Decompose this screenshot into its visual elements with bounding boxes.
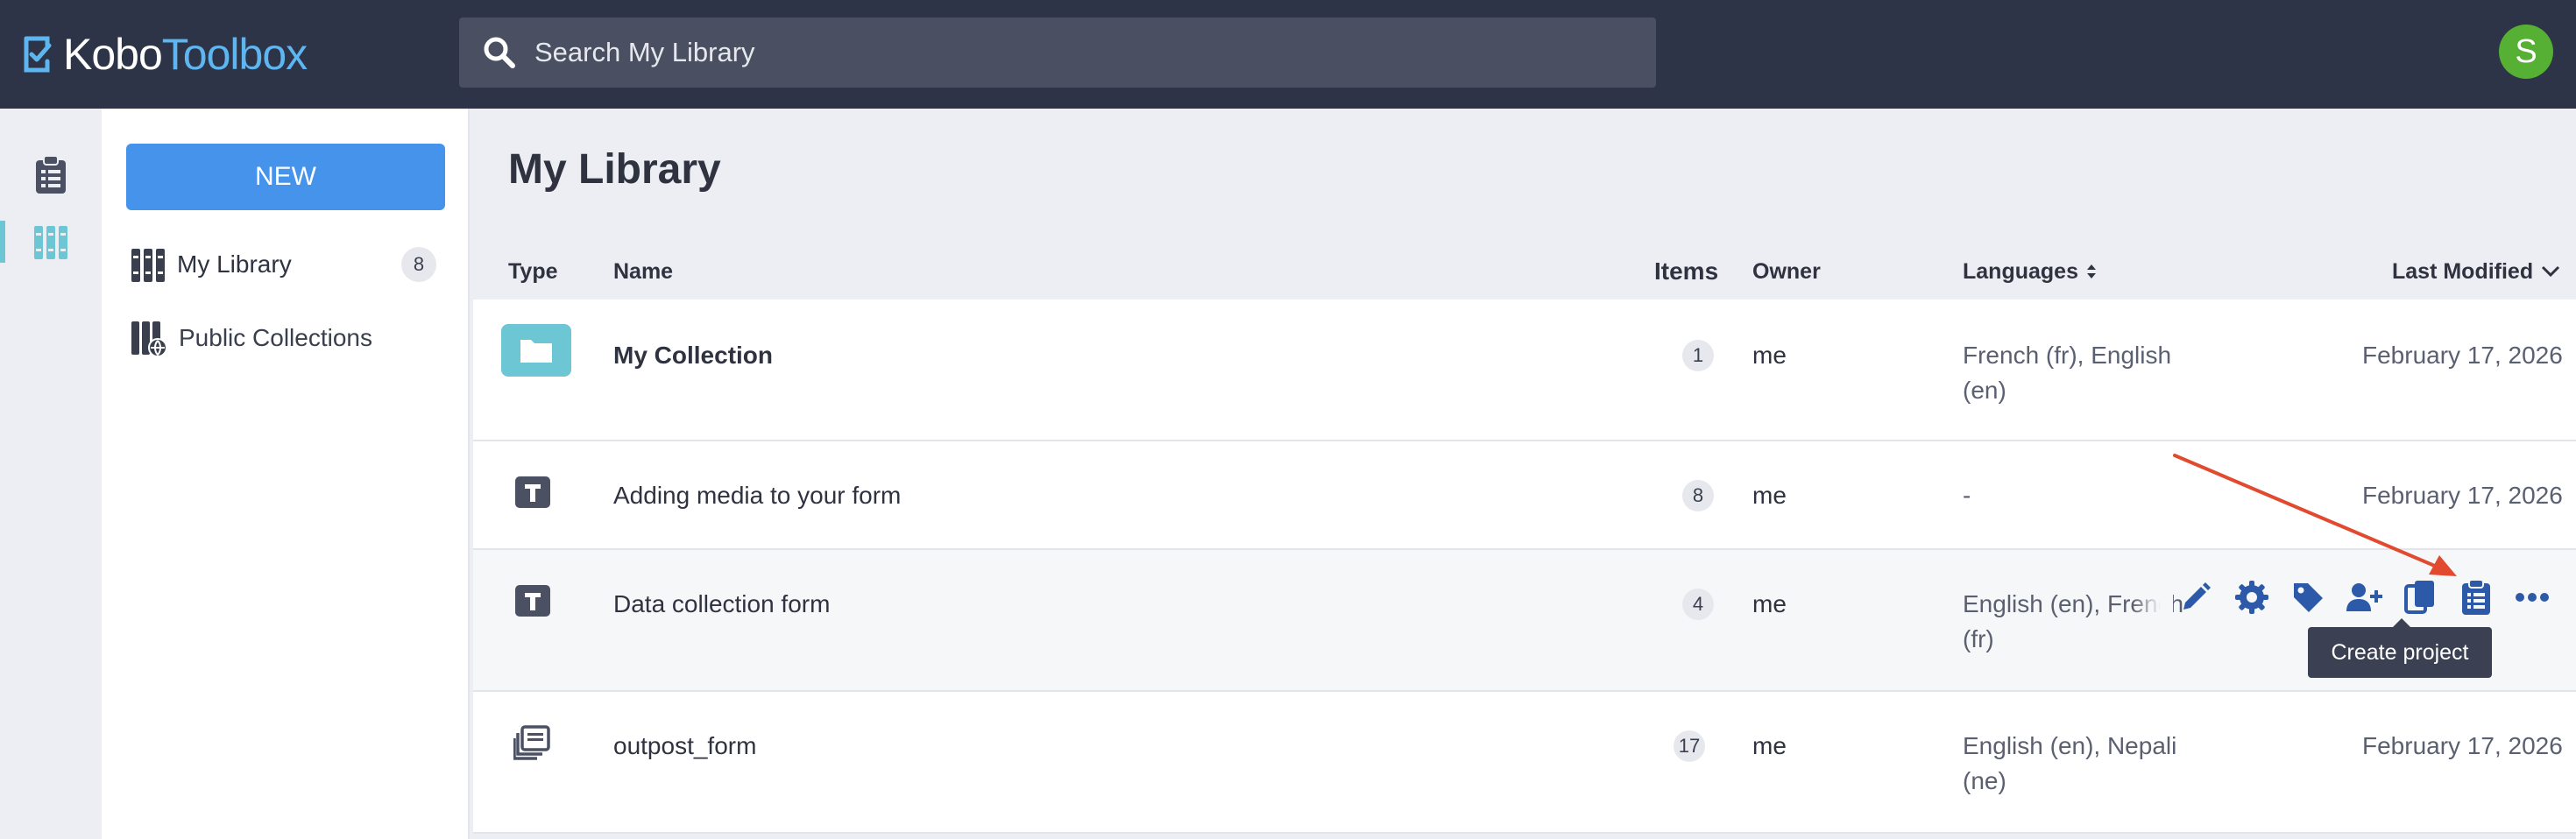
sort-icon (2086, 264, 2096, 278)
asset-name[interactable]: Adding media to your form (613, 478, 901, 513)
annotation-arrow (2173, 454, 2457, 576)
languages-line-2: (fr) (1963, 625, 1994, 652)
logo-kobo-text: Kobo (63, 30, 163, 79)
rail-item-library[interactable] (0, 207, 102, 277)
chevron-down-icon (2542, 265, 2560, 278)
sidebar-item-label: My Library (177, 250, 292, 278)
column-header-type: Type (508, 259, 558, 284)
folder-icon (501, 324, 571, 377)
sidebar-item-my-library[interactable]: My Library (130, 243, 292, 286)
logo-toolbox-text: Toolbox (161, 30, 308, 79)
left-rail (0, 109, 102, 839)
survey-icon (513, 725, 550, 760)
list-item[interactable]: outpost_form 17 me English (en), Nepali … (473, 692, 2576, 834)
more-icon (2516, 593, 2549, 602)
items-count-badge: 8 (1682, 480, 1714, 511)
last-modified: February 17, 2026 (2362, 342, 2563, 369)
kobo-logo-icon (24, 36, 52, 73)
public-collections-icon (131, 321, 167, 357)
library-books-icon (34, 226, 67, 259)
page-title: My Library (508, 146, 721, 193)
items-count-badge: 17 (1674, 730, 1705, 762)
owner: me (1752, 342, 1787, 369)
search-bar[interactable] (459, 18, 1656, 88)
clipboard-list-icon (36, 155, 66, 194)
column-header-languages[interactable]: Languages (1963, 256, 2098, 287)
owner: me (1752, 482, 1787, 509)
list-item[interactable]: My Collection 1 me French (fr), English … (473, 300, 2576, 441)
top-bar: KoboToolbox S (0, 0, 2576, 109)
template-icon (515, 585, 550, 617)
languages-line-1: English (en), Nepali (1963, 732, 2177, 759)
library-sidebar: NEW My Library 8 Public Collections (102, 109, 470, 839)
create-project-tooltip: Create project (2308, 618, 2492, 678)
kobotoolbox-logo[interactable]: KoboToolbox (21, 26, 308, 82)
languages-line-2: (en) (1963, 377, 2006, 404)
rail-item-projects[interactable] (0, 140, 102, 210)
column-header-owner[interactable]: Owner (1752, 256, 1821, 287)
search-input[interactable] (533, 36, 1588, 69)
column-header-name[interactable]: Name (613, 256, 673, 287)
owner: me (1752, 732, 1787, 759)
asset-name[interactable]: My Collection (613, 338, 773, 373)
sidebar-item-label: Public Collections (179, 324, 372, 351)
last-modified: February 17, 2026 (2362, 732, 2563, 759)
template-icon (515, 476, 550, 508)
languages-line-1: French (fr), English (1963, 342, 2172, 369)
column-header-items[interactable]: Items (1654, 256, 1718, 287)
items-count-badge: 4 (1682, 589, 1714, 620)
my-library-count-badge: 8 (401, 247, 436, 282)
languages-line-2: (ne) (1963, 767, 2006, 794)
items-count-badge: 1 (1682, 340, 1714, 371)
asset-name[interactable]: Data collection form (613, 587, 830, 622)
languages-line-1: - (1963, 482, 1971, 509)
column-header-last-modified-label: Last Modified (2392, 259, 2534, 284)
sidebar-item-public-collections[interactable]: Public Collections (130, 317, 372, 359)
more-button[interactable] (2511, 576, 2553, 618)
asset-name[interactable]: outpost_form (613, 729, 756, 764)
search-icon (484, 37, 515, 68)
column-header-last-modified[interactable]: Last Modified (2392, 256, 2561, 287)
column-header-languages-label: Languages (1963, 259, 2078, 284)
library-books-icon (131, 249, 165, 282)
user-avatar[interactable]: S (2499, 25, 2553, 79)
new-button[interactable]: NEW (126, 144, 445, 210)
owner: me (1752, 590, 1787, 617)
